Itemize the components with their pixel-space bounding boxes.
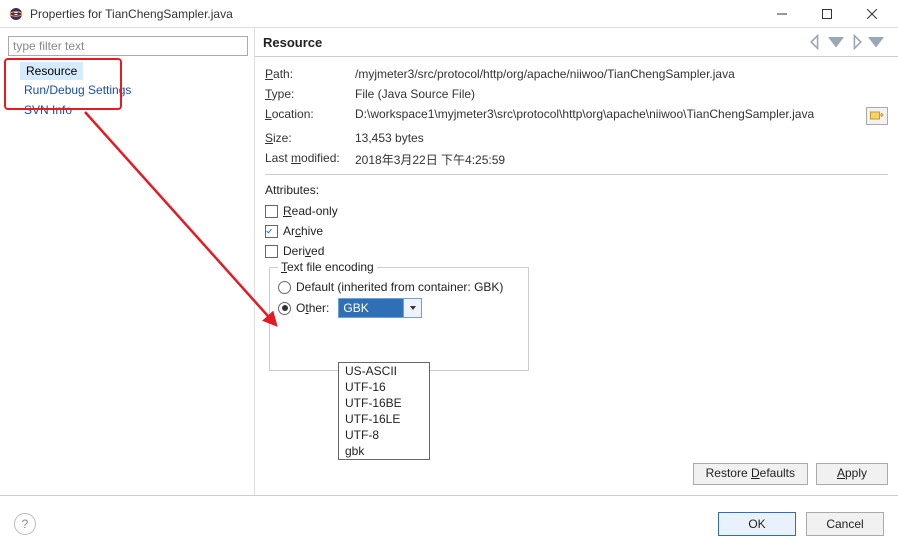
divider bbox=[265, 174, 888, 175]
encoding-other-label: Other: bbox=[296, 301, 329, 315]
title-bar: Properties for TianChengSampler.java bbox=[0, 0, 898, 28]
encoding-combo-text[interactable]: GBK bbox=[339, 299, 403, 317]
read-only-label: Read-only bbox=[283, 204, 338, 218]
close-button[interactable] bbox=[849, 0, 894, 28]
encoding-other-row: Other: GBK bbox=[278, 296, 520, 320]
type-label: Type: bbox=[265, 87, 355, 101]
derived-checkbox-row: Derived bbox=[265, 241, 888, 261]
derived-checkbox[interactable] bbox=[265, 245, 278, 258]
filter-input[interactable] bbox=[8, 36, 248, 56]
window-controls bbox=[759, 0, 894, 28]
size-label: Size: bbox=[265, 131, 355, 145]
tree-item-run-debug[interactable]: Run/Debug Settings bbox=[20, 80, 250, 100]
eclipse-icon bbox=[8, 6, 24, 22]
encoding-default-row: Default (inherited from container: GBK) bbox=[278, 278, 520, 296]
cancel-button[interactable]: Cancel bbox=[806, 512, 884, 536]
type-value: File (Java Source File) bbox=[355, 87, 888, 101]
encoding-other-radio[interactable] bbox=[278, 302, 291, 315]
show-in-explorer-button[interactable] bbox=[866, 107, 888, 125]
path-label: Path: bbox=[265, 67, 355, 81]
archive-label: Archive bbox=[283, 224, 323, 238]
maximize-button[interactable] bbox=[804, 0, 849, 28]
apply-button[interactable]: Apply bbox=[816, 463, 888, 485]
back-button[interactable] bbox=[808, 34, 824, 50]
section-title: Resource bbox=[263, 35, 322, 50]
encoding-default-label: Default (inherited from container: GBK) bbox=[296, 280, 503, 294]
category-tree: Resource Run/Debug Settings SVN Info bbox=[4, 62, 250, 120]
location-label: Location: bbox=[265, 107, 355, 125]
archive-checkbox-row: Archive bbox=[265, 221, 888, 241]
help-button[interactable]: ? bbox=[14, 513, 36, 535]
forward-button[interactable] bbox=[848, 34, 864, 50]
read-only-checkbox-row: Read-only bbox=[265, 201, 888, 221]
panel-buttons: Restore Defaults Apply bbox=[693, 463, 888, 485]
encoding-option[interactable]: UTF-16BE bbox=[339, 395, 429, 411]
nav-arrows bbox=[808, 34, 890, 50]
ok-button[interactable]: OK bbox=[718, 512, 796, 536]
category-tree-panel: Resource Run/Debug Settings SVN Info bbox=[0, 28, 255, 495]
window-title: Properties for TianChengSampler.java bbox=[30, 7, 759, 21]
location-value: D:\workspace1\myjmeter3\src\protocol\htt… bbox=[355, 107, 860, 125]
encoding-legend: Text file encoding bbox=[278, 260, 377, 274]
archive-checkbox[interactable] bbox=[265, 225, 278, 238]
tree-item-resource[interactable]: Resource bbox=[20, 62, 83, 80]
encoding-combo-dropdown-button[interactable] bbox=[403, 299, 421, 317]
attributes-section: Attributes: Read-only Archive Derived Te… bbox=[255, 181, 898, 371]
last-modified-value: 2018年3月22日 下午4:25:59 bbox=[355, 151, 888, 168]
encoding-default-radio[interactable] bbox=[278, 281, 291, 294]
tree-item-svn-info[interactable]: SVN Info bbox=[20, 100, 250, 120]
text-file-encoding-group: Text file encoding Default (inherited fr… bbox=[269, 267, 529, 371]
encoding-option[interactable]: UTF-8 bbox=[339, 427, 429, 443]
section-header: Resource bbox=[255, 28, 898, 57]
minimize-button[interactable] bbox=[759, 0, 804, 28]
encoding-option[interactable]: gbk bbox=[339, 443, 429, 459]
properties-section: Path: /myjmeter3/src/protocol/http/org/a… bbox=[255, 57, 898, 168]
encoding-combo[interactable]: GBK bbox=[338, 298, 422, 318]
restore-defaults-button[interactable]: Restore Defaults bbox=[693, 463, 808, 485]
encoding-option[interactable]: UTF-16 bbox=[339, 379, 429, 395]
footer-actions: OK Cancel bbox=[718, 512, 884, 536]
back-menu[interactable] bbox=[828, 34, 844, 50]
attributes-title: Attributes: bbox=[265, 181, 888, 201]
encoding-option[interactable]: US-ASCII bbox=[339, 363, 429, 379]
dialog-footer: ? OK Cancel bbox=[0, 495, 898, 551]
path-value: /myjmeter3/src/protocol/http/org/apache/… bbox=[355, 67, 888, 81]
encoding-option[interactable]: UTF-16LE bbox=[339, 411, 429, 427]
size-value: 13,453 bytes bbox=[355, 131, 888, 145]
forward-menu[interactable] bbox=[868, 34, 884, 50]
derived-label: Derived bbox=[283, 244, 324, 258]
read-only-checkbox[interactable] bbox=[265, 205, 278, 218]
encoding-dropdown-list[interactable]: US-ASCII UTF-16 UTF-16BE UTF-16LE UTF-8 … bbox=[338, 362, 430, 460]
last-modified-label: Last modified: bbox=[265, 151, 355, 168]
